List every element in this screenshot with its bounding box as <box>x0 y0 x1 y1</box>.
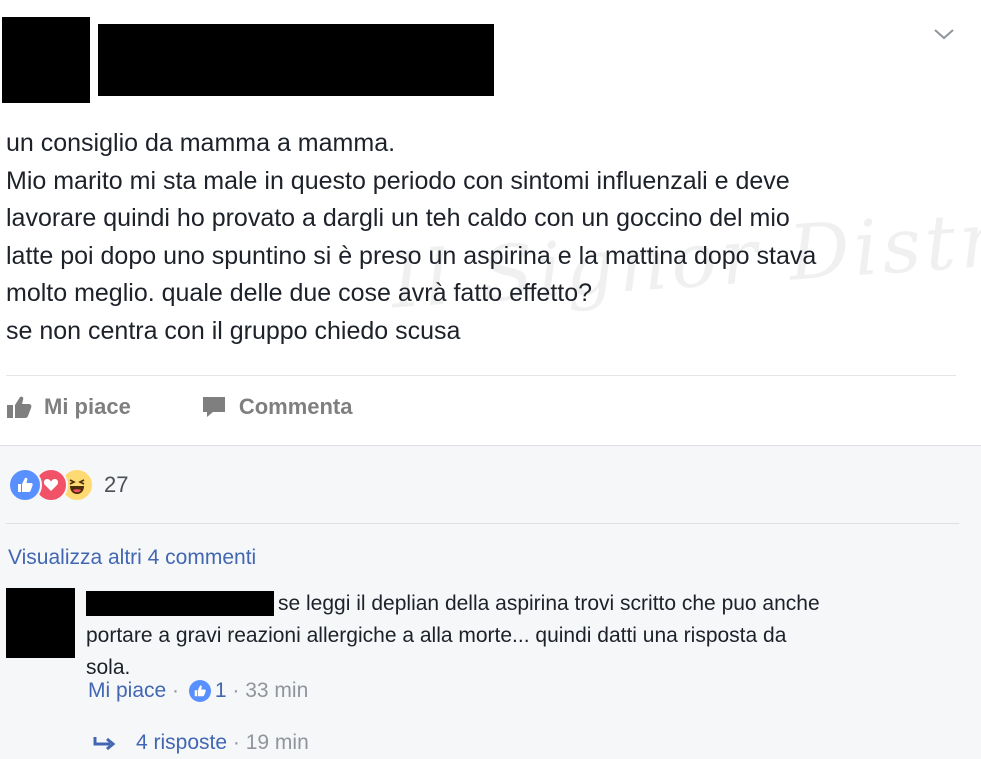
comment-like-link[interactable]: Mi piace <box>88 679 166 703</box>
post-text-line: latte poi dopo uno spuntino si è preso u… <box>6 241 817 270</box>
meta-separator: · <box>227 731 246 754</box>
replies-row: 4 risposte · 19 min <box>92 731 309 755</box>
thumbs-up-icon <box>7 396 32 418</box>
chevron-down-icon[interactable] <box>930 20 958 48</box>
comment-text-line: portare a gravi reazioni allergiche a al… <box>86 624 787 647</box>
comment-like-reaction-icon[interactable] <box>188 680 211 702</box>
replies-timestamp: 19 min <box>245 731 309 754</box>
replies-link[interactable]: 4 risposte <box>136 731 227 755</box>
meta-separator: · <box>226 679 246 702</box>
like-button-label: Mi piace <box>44 394 131 419</box>
post-card: Il Signor Distruggere un consiglio da ma… <box>0 0 981 445</box>
post-text-line: Mio marito mi sta male in questo periodo… <box>6 166 790 195</box>
comment-button[interactable]: Commenta <box>201 394 353 420</box>
reactions-summary[interactable]: 27 <box>8 468 128 502</box>
reply-arrow-icon <box>93 737 116 751</box>
comment-like-count[interactable]: 1 <box>215 679 227 703</box>
view-more-comments-link[interactable]: Visualizza altri 4 commenti <box>8 546 256 570</box>
post-text-line: lavorare quindi ho provato a dargli un t… <box>6 204 790 232</box>
reaction-count: 27 <box>104 472 129 497</box>
reactions-divider <box>6 523 959 524</box>
post-actions: Mi piace Commenta <box>6 390 423 424</box>
comment-meta: Mi piace · 1 · 33 min <box>88 679 308 703</box>
comment-button-label: Commenta <box>238 394 353 419</box>
post-text-line: se non centra con il gruppo chiedo scusa <box>6 316 461 345</box>
comment-timestamp[interactable]: 33 min <box>245 679 308 703</box>
post-text-line: molto meglio. quale delle due cose avrà … <box>6 279 593 307</box>
post-divider <box>6 375 956 376</box>
meta-separator: · <box>166 679 185 702</box>
redacted-author-name <box>98 24 494 96</box>
post-text-line: un consiglio da mamma a mamma. <box>6 129 396 157</box>
post-text: un consiglio da mamma a mamma. Mio marit… <box>6 125 966 350</box>
like-reaction-icon <box>8 468 42 502</box>
redacted-commenter-name <box>86 591 274 616</box>
comment-text-line: sola. <box>86 656 131 679</box>
like-button[interactable]: Mi piace <box>6 394 131 420</box>
redacted-avatar <box>2 17 90 103</box>
redacted-commenter-avatar <box>6 588 75 658</box>
comments-section: 27 Visualizza altri 4 commenti se leggi … <box>0 445 981 759</box>
comment-icon <box>202 397 225 417</box>
comment-text-line: se leggi il deplian della aspirina trovi… <box>278 592 820 615</box>
